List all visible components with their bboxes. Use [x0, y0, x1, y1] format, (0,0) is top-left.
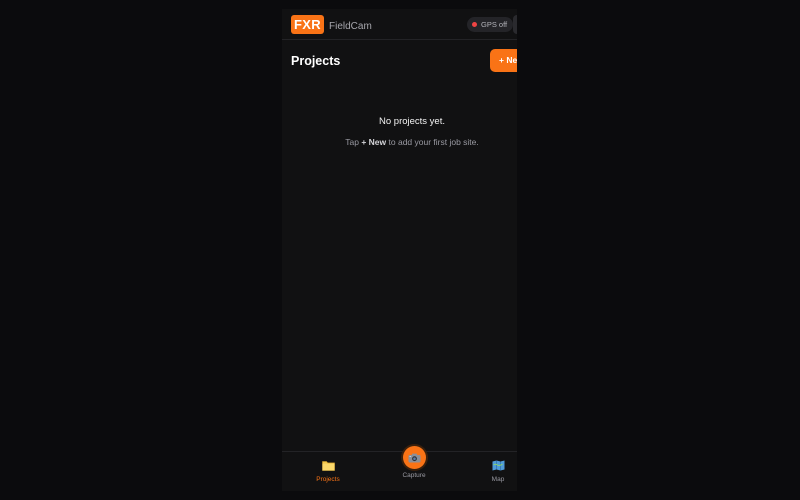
nav-label-projects: Projects [316, 476, 340, 483]
gps-status-badge[interactable]: GPS off [467, 17, 514, 32]
app-logo: FXR [291, 15, 324, 34]
gps-status-label: GPS off [481, 20, 508, 29]
folder-icon [303, 460, 353, 473]
gps-status-dot-icon [472, 22, 477, 27]
empty-hint-prefix: Tap [345, 137, 359, 147]
empty-hint-action: + New [361, 137, 387, 147]
empty-state-hint: Tap + New to add your first job site. [282, 137, 517, 147]
app-header: FXR FieldCam GPS off [282, 9, 517, 40]
new-project-button[interactable]: + New [490, 49, 517, 72]
empty-state-title: No projects yet. [379, 116, 445, 127]
page-title: Projects [291, 54, 341, 68]
nav-item-capture[interactable]: Capture [389, 446, 439, 479]
camera-icon [402, 446, 426, 469]
header-menu-button[interactable] [513, 15, 517, 34]
map-icon [473, 460, 517, 473]
bottom-nav: Projects Capture Map [282, 446, 517, 491]
empty-hint-suffix: to add your first job site. [388, 137, 479, 147]
app-screen: FXR FieldCam GPS off Projects + New No p… [282, 9, 517, 491]
nav-label-map: Map [491, 476, 505, 483]
nav-item-map[interactable]: Map [473, 460, 517, 483]
app-name: FieldCam [329, 21, 372, 32]
nav-label-capture: Capture [402, 472, 426, 479]
nav-item-projects[interactable]: Projects [303, 460, 353, 483]
